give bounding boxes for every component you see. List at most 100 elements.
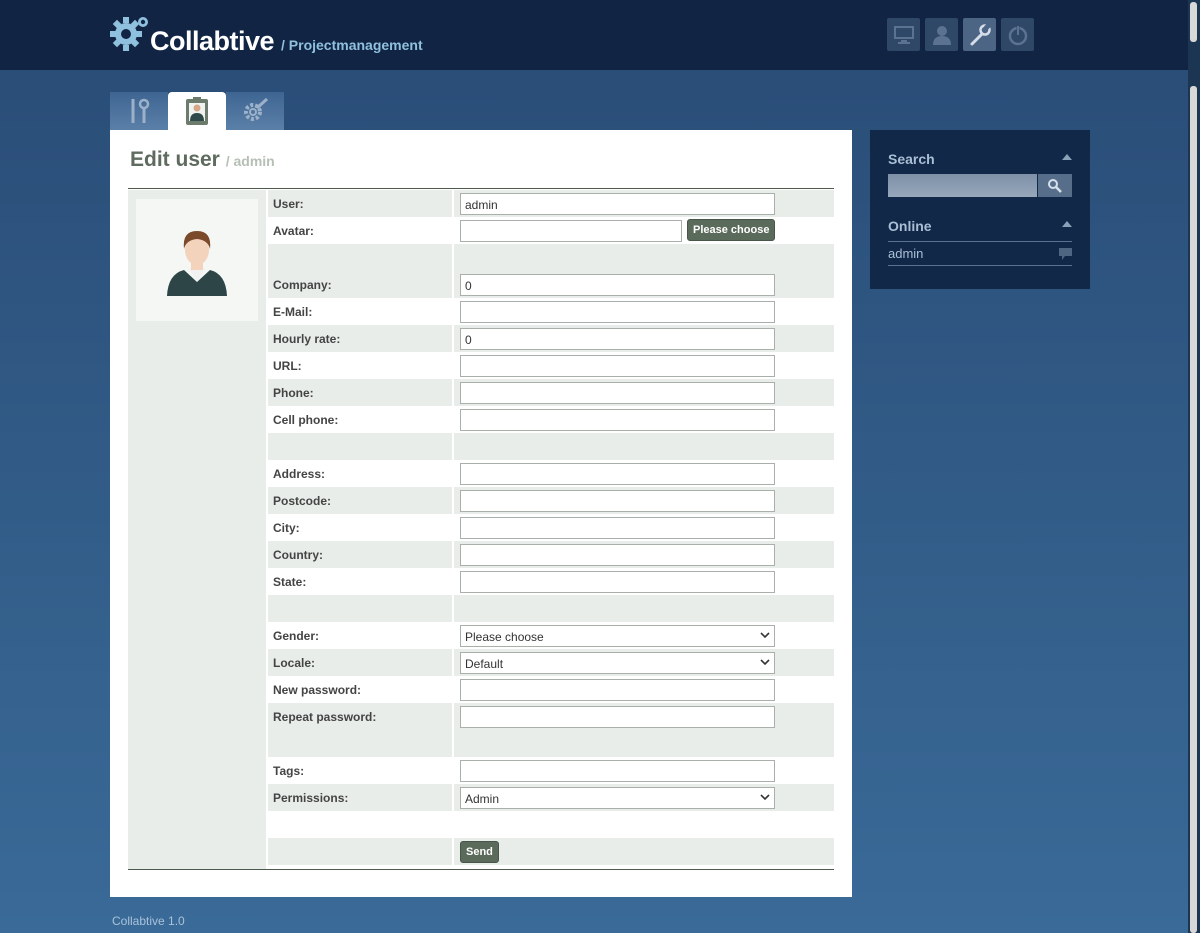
company-label: Company: xyxy=(268,271,452,298)
scrollbar-upper[interactable] xyxy=(1190,2,1197,42)
url-label: URL: xyxy=(268,352,452,379)
app-name: Collabtive xyxy=(150,26,275,56)
app-subtitle: / Projectmanagement xyxy=(281,37,423,53)
online-divider xyxy=(888,241,1072,242)
collapse-online-icon[interactable] xyxy=(1062,221,1072,227)
hourly-rate-input[interactable]: 0 xyxy=(460,328,775,350)
postcode-label: Postcode: xyxy=(268,487,452,514)
desktop-button[interactable] xyxy=(887,18,920,51)
repeat-password-label: Repeat password: xyxy=(268,703,452,730)
gender-select[interactable]: Please choose xyxy=(460,625,775,647)
search-button[interactable] xyxy=(1038,174,1072,197)
row-spacer xyxy=(266,595,834,622)
search-input[interactable] xyxy=(888,174,1037,197)
collapse-search-icon[interactable] xyxy=(1062,154,1072,160)
user-label: User: xyxy=(268,190,452,217)
scrollbar-thumb[interactable] xyxy=(1190,86,1197,933)
tab-user[interactable] xyxy=(168,92,226,130)
settings-gear-icon xyxy=(244,97,269,121)
row-tags: Tags: xyxy=(266,757,834,784)
cell-phone-input[interactable] xyxy=(460,409,775,431)
row-country: Country: xyxy=(266,541,834,568)
chevron-down-icon xyxy=(760,659,770,666)
gender-selected: Please choose xyxy=(465,630,544,644)
row-repeat-password: Repeat password: xyxy=(266,703,834,730)
postcode-input[interactable] xyxy=(460,490,775,512)
row-permissions: Permissions: Admin xyxy=(266,784,834,811)
row-address: Address: xyxy=(266,460,834,487)
row-url: URL: xyxy=(266,352,834,379)
logo-gear-icon xyxy=(110,17,148,51)
user-badge-icon xyxy=(186,97,208,125)
row-company: Company: 0 xyxy=(266,271,834,298)
locale-select[interactable]: Default xyxy=(460,652,775,674)
email-field[interactable] xyxy=(460,301,775,323)
row-spacer xyxy=(266,433,834,460)
top-header: Collabtive / Projectmanagement xyxy=(0,0,1200,70)
logout-button[interactable] xyxy=(1001,18,1034,51)
row-hourly-rate: Hourly rate: 0 xyxy=(266,325,834,352)
city-label: City: xyxy=(268,514,452,541)
avatar-choose-button[interactable]: Please choose xyxy=(687,219,776,241)
wrench-icon xyxy=(970,22,991,45)
avatar-person-icon xyxy=(167,231,227,296)
admin-button[interactable] xyxy=(963,18,996,51)
search-heading: Search xyxy=(888,151,935,167)
company-input[interactable]: 0 xyxy=(460,274,775,296)
avatar-label: Avatar: xyxy=(268,217,452,244)
cell-phone-label: Cell phone: xyxy=(268,406,452,433)
row-send: Send xyxy=(266,838,834,865)
permissions-select[interactable]: Admin xyxy=(460,787,775,809)
online-user[interactable]: admin xyxy=(888,246,923,261)
avatar xyxy=(136,199,258,321)
main-panel: Edit user / admin User: admin Avatar: Pl… xyxy=(110,130,852,897)
new-password-label: New password: xyxy=(268,676,452,703)
row-spacer xyxy=(266,244,834,271)
row-cell-phone: Cell phone: xyxy=(266,406,834,433)
phone-label: Phone: xyxy=(268,379,452,406)
row-new-password: New password: xyxy=(266,676,834,703)
edit-user-form: User: admin Avatar: Please choose Compan… xyxy=(128,188,834,870)
page-title: Edit user / admin xyxy=(130,148,275,172)
country-input[interactable] xyxy=(460,544,775,566)
tab-tools[interactable] xyxy=(110,92,168,130)
page-title-text: Edit user xyxy=(130,148,220,171)
row-gender: Gender: Please choose xyxy=(266,622,834,649)
form-rows: User: admin Avatar: Please choose Compan… xyxy=(266,190,834,865)
state-input[interactable] xyxy=(460,571,775,593)
tools-icon xyxy=(131,98,150,123)
tab-settings[interactable] xyxy=(226,92,284,130)
power-icon xyxy=(1008,24,1027,45)
row-locale: Locale: Default xyxy=(266,649,834,676)
sidebar: Search Online admin xyxy=(870,130,1090,289)
avatar-column xyxy=(128,190,266,869)
locale-selected: Default xyxy=(465,657,504,671)
page-subtitle: / admin xyxy=(225,153,275,169)
permissions-label: Permissions: xyxy=(268,784,452,811)
search-icon xyxy=(1048,178,1062,193)
city-input[interactable] xyxy=(460,517,775,539)
address-input[interactable] xyxy=(460,463,775,485)
permissions-selected: Admin xyxy=(465,792,500,806)
chat-icon[interactable] xyxy=(1059,248,1072,260)
row-spacer xyxy=(266,730,834,757)
new-password-input[interactable] xyxy=(460,679,775,701)
row-phone: Phone: xyxy=(266,379,834,406)
row-state: State: xyxy=(266,568,834,595)
send-button[interactable]: Send xyxy=(460,841,499,863)
user-input[interactable]: admin xyxy=(460,193,775,215)
country-label: Country: xyxy=(268,541,452,568)
hourly-rate-label: Hourly rate: xyxy=(268,325,452,352)
url-input[interactable] xyxy=(460,355,775,377)
online-heading: Online xyxy=(888,218,932,234)
state-label: State: xyxy=(268,568,452,595)
row-user: User: admin xyxy=(266,190,834,217)
phone-input[interactable] xyxy=(460,382,775,404)
row-postcode: Postcode: xyxy=(266,487,834,514)
user-icon xyxy=(932,25,951,45)
email-label: E-Mail: xyxy=(268,298,452,325)
avatar-file-input[interactable] xyxy=(460,220,682,242)
tags-input[interactable] xyxy=(460,760,775,782)
repeat-password-input[interactable] xyxy=(460,706,775,728)
profile-button[interactable] xyxy=(925,18,958,51)
